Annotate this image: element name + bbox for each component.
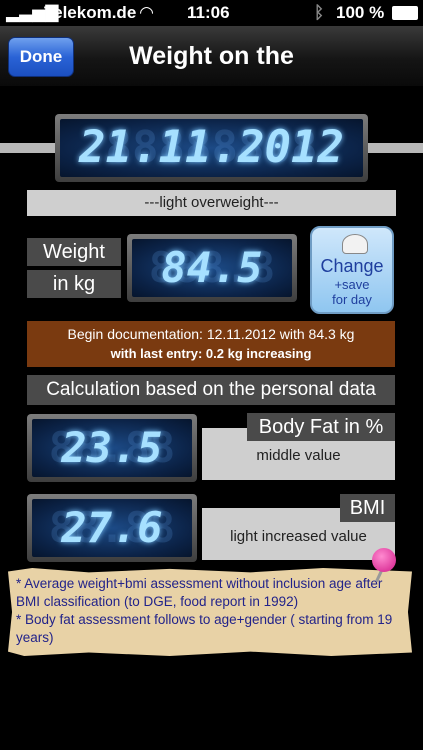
wifi-icon: ◠ (140, 3, 154, 22)
weight-display[interactable]: 888.8 84.5 (127, 234, 297, 302)
classification-label: ---light overweight--- (27, 190, 396, 216)
page-title: Weight on the (129, 42, 294, 70)
clock: 11:06 (187, 3, 230, 22)
body-fat-title: Body Fat in % (247, 413, 395, 441)
body-fat-assessment: middle value (256, 447, 341, 464)
bmi-title: BMI (340, 494, 395, 522)
documentation-info: Begin documentation: 12.11.2012 with 84.… (27, 321, 395, 367)
note-body-fat: * Body fat assessment follows to age+gen… (16, 612, 393, 645)
weight-label: Weight (27, 238, 121, 266)
bmi-assessment: light increased value (230, 528, 367, 545)
for-day-label: for day (332, 292, 372, 307)
save-label: +save (334, 277, 370, 292)
carrier-name: Telekom.de (44, 3, 137, 22)
notes-card: * Average weight+bmi assessment without … (8, 568, 412, 656)
body-fat-display: 88.88 23.5 (27, 414, 197, 482)
done-button[interactable]: Done (8, 37, 74, 77)
bmi-value: 27.6 (61, 503, 163, 552)
documentation-trend: with last entry: 0.2 kg increasing (110, 346, 312, 361)
date-display[interactable]: 88888888 21.11.2012 (55, 114, 368, 182)
scale-icon (342, 234, 368, 254)
weight-unit-label: in kg (27, 270, 121, 298)
change-save-button[interactable]: Change +save for day (310, 226, 394, 314)
battery-icon (392, 6, 418, 20)
status-bar: ▂▃▅▇ Telekom.de ◠ 11:06 ᛒ 100 % (0, 0, 423, 26)
body-fat-value: 23.5 (61, 423, 163, 472)
bluetooth-icon: ᛒ (314, 3, 325, 22)
change-label: Change (320, 256, 384, 276)
pushpin-icon (372, 548, 396, 572)
bmi-display: 88.88 27.6 (27, 494, 197, 562)
date-value: 21.11.2012 (79, 122, 344, 173)
date-rail-right (368, 143, 423, 153)
weight-value: 84.5 (161, 243, 263, 292)
documentation-begin: Begin documentation: 12.11.2012 with 84.… (67, 326, 355, 342)
date-rail-left (0, 143, 55, 153)
note-bmi: * Average weight+bmi assessment without … (16, 576, 383, 609)
battery-percent: 100 % (336, 3, 385, 22)
navigation-bar: Done Weight on the (0, 26, 423, 87)
calculation-header: Calculation based on the personal data (27, 375, 395, 405)
